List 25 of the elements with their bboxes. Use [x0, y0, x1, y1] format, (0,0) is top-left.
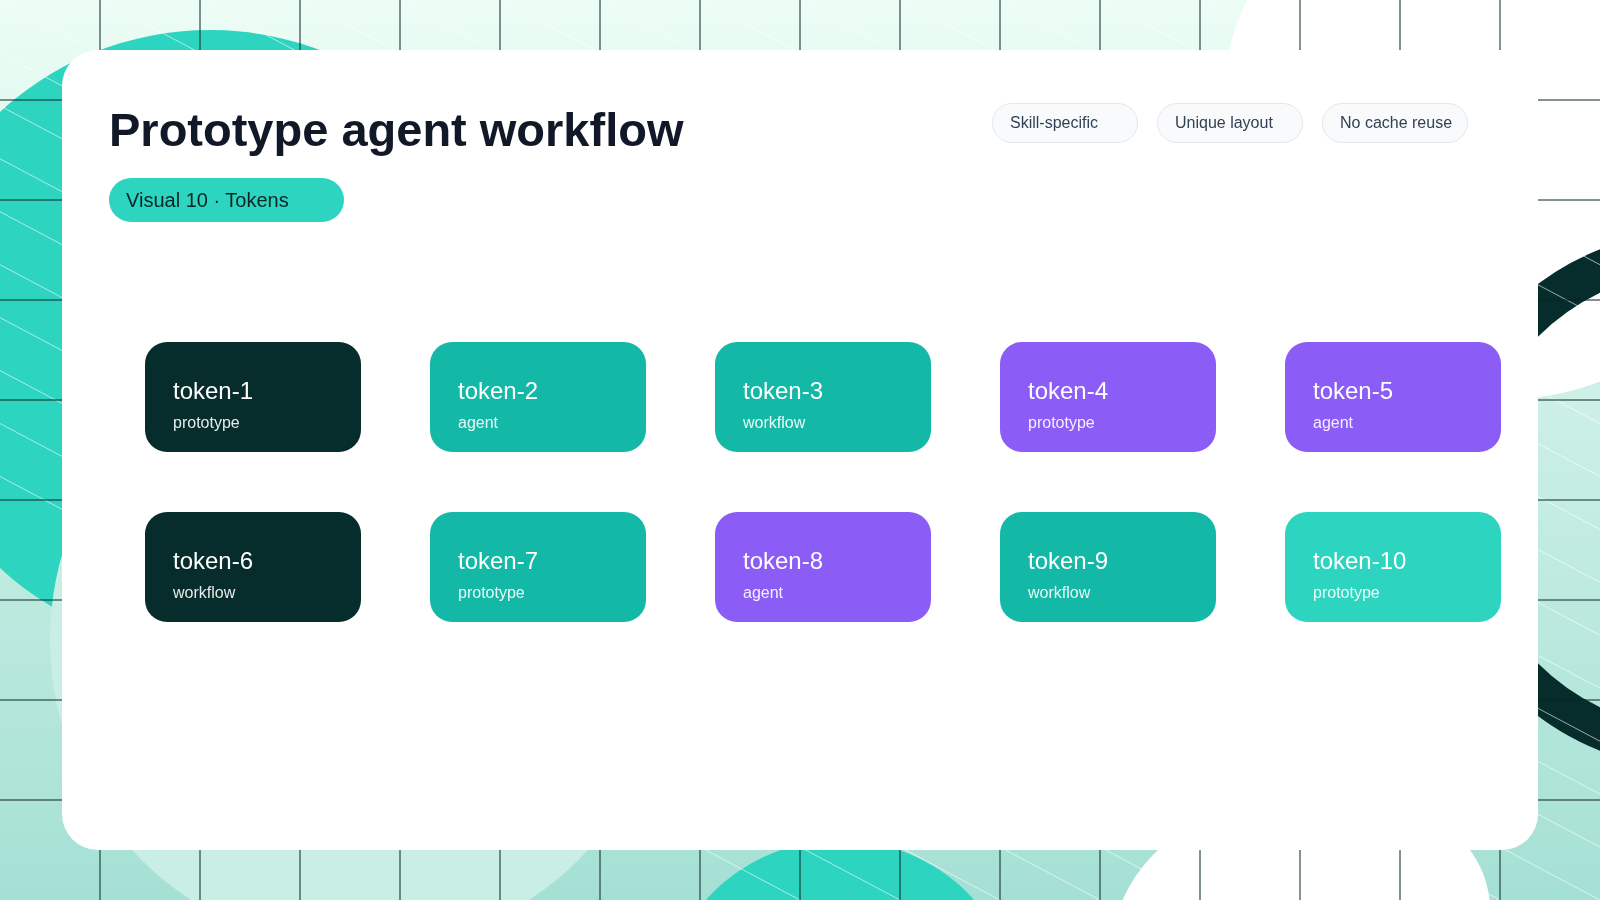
token-type: workflow [173, 583, 237, 603]
token-type: agent [458, 413, 500, 433]
token-type: prototype [458, 583, 526, 603]
token-name: token-9 [1028, 547, 1110, 575]
token-type: prototype [173, 413, 241, 433]
token-name: token-5 [1313, 377, 1395, 405]
token-name: token-4 [1028, 377, 1110, 405]
token-name: token-10 [1313, 547, 1408, 575]
section-badge: Visual 10 · Tokens [109, 178, 344, 222]
token-name: token-8 [743, 547, 825, 575]
tag-chip: No cache reuse [1322, 103, 1468, 143]
tag-chip: Unique layout [1157, 103, 1303, 143]
token-type: prototype [1313, 583, 1381, 603]
token-name: token-6 [173, 547, 255, 575]
token-name: token-3 [743, 377, 825, 405]
token-type: prototype [1028, 413, 1096, 433]
token-type: agent [1313, 413, 1355, 433]
token-name: token-7 [458, 547, 540, 575]
page-title: Prototype agent workflow [109, 102, 684, 158]
tag-chip: Skill-specific [992, 103, 1138, 143]
token-type: agent [743, 583, 785, 603]
token-name: token-2 [458, 377, 540, 405]
token-name: token-1 [173, 377, 255, 405]
token-type: workflow [743, 413, 807, 433]
token-type: workflow [1028, 583, 1092, 603]
